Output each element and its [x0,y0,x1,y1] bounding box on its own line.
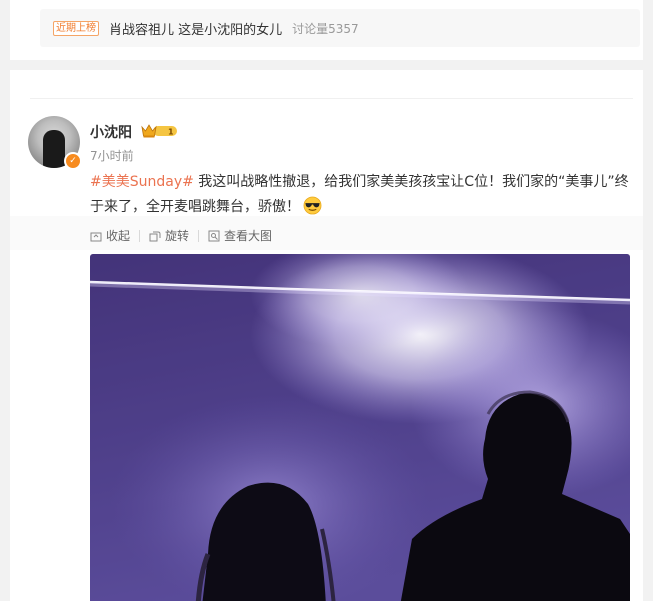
hot-topic-banner[interactable]: 近期上榜 肖战容祖儿 这是小沈阳的女儿 讨论量5357 [40,9,640,47]
view-large-button[interactable]: 查看大图 [208,227,272,244]
rotate-label: 旋转 [165,229,190,243]
hot-topic-title[interactable]: 肖战容祖儿 这是小沈阳的女儿 [109,19,282,38]
collapse-button[interactable]: 收起 [90,227,130,244]
sunglasses-emoji-icon [303,196,322,215]
concert-photo [90,254,630,601]
media-toolbar: 收起 旋转 查看大图 [10,216,643,250]
verified-icon: ✓ [64,152,82,170]
hot-topic-card: 近期上榜 肖战容祖儿 这是小沈阳的女儿 讨论量5357 [10,0,643,60]
post-content: #美美Sunday# 我这叫战略性撤退，给我们家美美孩孩宝让C位！我们家的“美事… [90,170,635,220]
svg-text:1: 1 [168,128,174,137]
discussion-count: 讨论量5357 [292,21,359,36]
divider [198,229,200,242]
username[interactable]: 小沈阳 [90,122,132,142]
view-large-label: 查看大图 [224,229,273,243]
divider [30,98,633,99]
trending-tag: 近期上榜 [53,20,99,36]
avatar[interactable]: ✓ [28,116,82,170]
hashtag-link[interactable]: #美美Sunday# [90,174,194,190]
view-large-icon [208,230,220,241]
post-time[interactable]: 7小时前 [90,147,134,164]
weibo-post-card: ✓ 小沈阳 1 7小时前 #美美Sunday# 我这叫战略性撤退，给我们家美美孩… [10,70,643,601]
divider [139,229,141,242]
collapse-icon [90,232,102,241]
rotate-button[interactable]: 旋转 [149,227,189,244]
collapse-label: 收起 [106,229,131,243]
rotate-icon [149,231,161,241]
post-image[interactable] [90,254,630,601]
crown-level-icon[interactable]: 1 [141,123,179,139]
